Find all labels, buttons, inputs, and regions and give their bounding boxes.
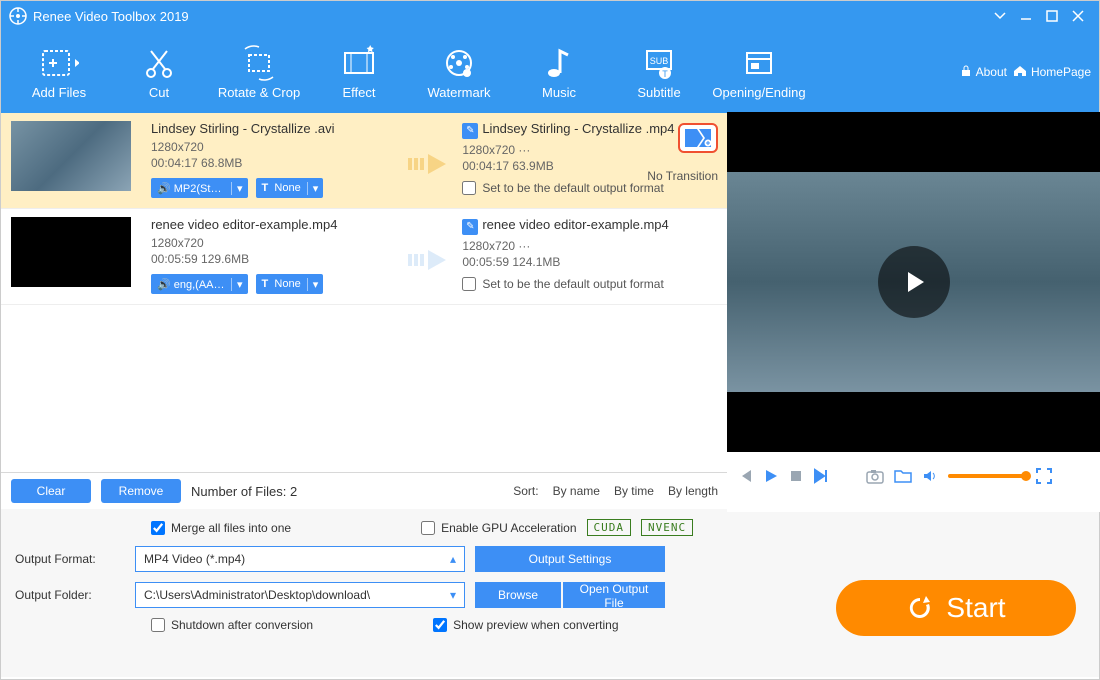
minimize-button[interactable] — [1013, 3, 1039, 29]
tool-music[interactable]: Music — [509, 45, 609, 100]
sort-group: Sort: By name By time By length — [513, 484, 718, 498]
tool-subtitle[interactable]: SUB T Subtitle — [609, 45, 709, 100]
play-button[interactable] — [763, 468, 779, 484]
tool-label: Opening/Ending — [709, 85, 809, 100]
tool-cut[interactable]: Cut — [109, 45, 209, 100]
fullscreen-button[interactable] — [1036, 468, 1052, 484]
snapshot-button[interactable] — [866, 468, 884, 484]
audio-track-dropdown[interactable]: 🔊 MP2(Stereo 4▾ — [151, 178, 248, 198]
output-format-dropdown[interactable]: MP4 Video (*.mp4)▴ — [135, 546, 465, 572]
source-thumbnail[interactable] — [11, 121, 131, 191]
merge-checkbox[interactable]: Merge all files into one — [151, 521, 291, 535]
source-duration-size: 00:04:17 68.8MB — [151, 156, 407, 170]
header-links: About HomePage — [960, 65, 1091, 80]
cuda-badge: CUDA — [587, 519, 632, 536]
tool-label: Subtitle — [609, 85, 709, 100]
close-button[interactable] — [1065, 3, 1091, 29]
sort-by-name[interactable]: By name — [553, 484, 600, 498]
prev-button[interactable] — [737, 468, 753, 484]
tool-label: Watermark — [409, 85, 509, 100]
clear-button[interactable]: Clear — [11, 479, 91, 503]
tool-add-files[interactable]: Add Files — [9, 45, 109, 100]
next-button[interactable] — [813, 468, 829, 484]
bottom-panel: Merge all files into one Enable GPU Acce… — [1, 509, 1099, 677]
tool-label: Add Files — [9, 85, 109, 100]
tool-label: Music — [509, 85, 609, 100]
app-logo-icon — [9, 7, 27, 25]
home-icon — [1013, 65, 1027, 80]
tool-label: Effect — [309, 85, 409, 100]
output-duration-size: 00:05:59 124.1MB — [462, 255, 718, 269]
open-output-button[interactable]: Open Output File — [563, 582, 665, 608]
source-filename: Lindsey Stirling - Crystallize .avi — [151, 121, 407, 136]
remove-button[interactable]: Remove — [101, 479, 181, 503]
transition-label: No Transition — [647, 169, 718, 183]
svg-text:SUB: SUB — [650, 56, 669, 66]
output-resolution: 1280x720 ··· — [462, 239, 718, 253]
tool-watermark[interactable]: Watermark — [409, 45, 509, 100]
source-resolution: 1280x720 — [151, 236, 407, 250]
edit-output-icon[interactable]: ✎ — [462, 123, 478, 139]
start-button[interactable]: Start — [836, 580, 1076, 636]
about-link[interactable]: About — [960, 65, 1007, 80]
show-preview-checkbox[interactable]: Show preview when converting — [433, 618, 618, 632]
subtitle-dropdown[interactable]: T None▾ — [256, 274, 324, 294]
file-row[interactable]: renee video editor-example.mp4 1280x720 … — [1, 209, 728, 305]
source-info: renee video editor-example.mp4 1280x720 … — [151, 217, 407, 294]
main-toolbar: Add Files Cut Rotate & Crop Effect Water… — [1, 31, 1099, 113]
gpu-checkbox[interactable]: Enable GPU Acceleration — [421, 521, 576, 535]
shutdown-checkbox[interactable]: Shutdown after conversion — [151, 618, 313, 632]
browse-button[interactable]: Browse — [475, 582, 561, 608]
app-title: Renee Video Toolbox 2019 — [33, 9, 189, 24]
output-format-label: Output Format: — [15, 552, 125, 566]
audio-track-dropdown[interactable]: 🔊 eng,(AAC Ste▾ — [151, 274, 248, 294]
volume-slider[interactable] — [948, 474, 1026, 478]
sort-by-time[interactable]: By time — [614, 484, 654, 498]
file-row[interactable]: Lindsey Stirling - Crystallize .avi 1280… — [1, 113, 728, 209]
tool-opening-ending[interactable]: Opening/Ending — [709, 45, 809, 100]
list-actions-bar: Clear Remove Number of Files: 2 Sort: By… — [1, 473, 728, 509]
tool-effect[interactable]: Effect — [309, 45, 409, 100]
volume-icon[interactable] — [922, 468, 938, 484]
refresh-icon — [906, 594, 934, 622]
source-filename: renee video editor-example.mp4 — [151, 217, 407, 232]
maximize-button[interactable] — [1039, 3, 1065, 29]
titlebar: Renee Video Toolbox 2019 — [1, 1, 1099, 31]
lock-icon — [960, 65, 972, 80]
preview-panel — [727, 112, 1100, 512]
tool-rotate-crop[interactable]: Rotate & Crop — [209, 45, 309, 100]
source-info: Lindsey Stirling - Crystallize .avi 1280… — [151, 121, 407, 198]
preview-video[interactable] — [727, 112, 1100, 452]
output-folder-label: Output Folder: — [15, 588, 125, 602]
file-count-label: Number of Files: 2 — [191, 484, 297, 499]
tool-label: Cut — [109, 85, 209, 100]
svg-text:T: T — [662, 69, 668, 79]
edit-output-icon[interactable]: ✎ — [462, 219, 478, 235]
sort-label: Sort: — [513, 484, 538, 498]
source-thumbnail[interactable] — [11, 217, 131, 287]
transition-button[interactable] — [678, 123, 718, 153]
output-info: ✎ renee video editor-example.mp4 1280x720… — [462, 217, 718, 294]
open-folder-button[interactable] — [894, 468, 912, 484]
default-format-checkbox[interactable]: Set to be the default output format — [462, 277, 718, 291]
output-folder-dropdown[interactable]: C:\Users\Administrator\Desktop\download\… — [135, 582, 465, 608]
output-filename: Lindsey Stirling - Crystallize .mp4 — [482, 121, 674, 136]
output-filename: renee video editor-example.mp4 — [482, 217, 668, 232]
output-settings-button[interactable]: Output Settings — [475, 546, 665, 572]
source-resolution: 1280x720 — [151, 140, 407, 154]
sort-by-length[interactable]: By length — [668, 484, 718, 498]
stop-button[interactable] — [789, 469, 803, 483]
source-duration-size: 00:05:59 129.6MB — [151, 252, 407, 266]
preview-play-button[interactable] — [878, 246, 950, 318]
subtitle-dropdown[interactable]: T None▾ — [256, 178, 324, 198]
file-list: Lindsey Stirling - Crystallize .avi 1280… — [1, 113, 728, 473]
homepage-link[interactable]: HomePage — [1013, 65, 1091, 80]
nvenc-badge: NVENC — [641, 519, 693, 536]
conversion-arrow-icon — [407, 225, 453, 294]
dropdown-button[interactable] — [987, 3, 1013, 29]
preview-controls — [727, 452, 1100, 500]
tool-label: Rotate & Crop — [209, 85, 309, 100]
conversion-arrow-icon — [407, 129, 453, 198]
